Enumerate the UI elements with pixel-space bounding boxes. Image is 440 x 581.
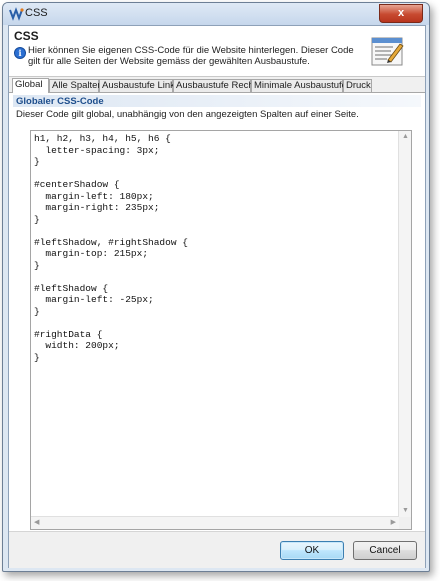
edit-document-icon bbox=[371, 37, 404, 66]
app-icon bbox=[9, 7, 24, 21]
dialog-footer: OK Cancel bbox=[9, 531, 425, 568]
tab-alle-spalten[interactable]: Alle Spalten bbox=[49, 79, 103, 92]
title-bar[interactable]: CSS x bbox=[3, 3, 429, 25]
cancel-button[interactable]: Cancel bbox=[353, 541, 417, 560]
info-icon: i bbox=[14, 47, 26, 59]
css-dialog-window: CSS x CSS i Hier können Sie eigenen CSS-… bbox=[2, 2, 430, 572]
window-title: CSS bbox=[25, 7, 48, 19]
scroll-up-icon[interactable]: ▲ bbox=[402, 132, 409, 142]
tab-panel-global: Globaler CSS-Code Dieser Code gilt globa… bbox=[9, 93, 425, 531]
scroll-left-icon[interactable]: ◀ bbox=[34, 518, 39, 528]
dialog-header: CSS i Hier können Sie eigenen CSS-Code f… bbox=[9, 26, 425, 77]
section-description: Dieser Code gilt global, unabhängig von … bbox=[16, 109, 359, 120]
section-title: Globaler CSS-Code bbox=[16, 96, 104, 107]
css-code-editor[interactable]: h1, h2, h3, h4, h5, h6 { letter-spacing:… bbox=[30, 130, 412, 530]
tab-minimale-ausbaustufe[interactable]: Minimale Ausbaustufe bbox=[251, 79, 347, 92]
tab-ausbaustufe-rechts[interactable]: Ausbaustufe Rechts bbox=[173, 79, 261, 92]
tab-ausbaustufe-links[interactable]: Ausbaustufe Links bbox=[99, 79, 180, 92]
close-button[interactable]: x bbox=[379, 4, 423, 23]
css-code-text[interactable]: h1, h2, h3, h4, h5, h6 { letter-spacing:… bbox=[34, 133, 188, 363]
tab-global[interactable]: Global bbox=[12, 78, 49, 93]
ok-button[interactable]: OK bbox=[280, 541, 344, 560]
horizontal-scrollbar[interactable]: ◀ ▶ bbox=[31, 516, 399, 529]
dialog-description: Hier können Sie eigenen CSS-Code für die… bbox=[28, 45, 354, 67]
tab-bar: Global Alle Spalten Ausbaustufe Links Au… bbox=[9, 78, 425, 93]
close-icon: x bbox=[397, 7, 405, 19]
scrollbar-corner bbox=[399, 517, 411, 529]
dialog-client-area: CSS i Hier können Sie eigenen CSS-Code f… bbox=[8, 25, 426, 568]
dialog-heading: CSS bbox=[14, 29, 39, 43]
tab-druck[interactable]: Druck bbox=[343, 79, 372, 92]
vertical-scrollbar[interactable]: ▲ ▼ bbox=[398, 131, 411, 517]
scroll-right-icon[interactable]: ▶ bbox=[391, 518, 396, 528]
scroll-down-icon[interactable]: ▼ bbox=[402, 506, 409, 516]
